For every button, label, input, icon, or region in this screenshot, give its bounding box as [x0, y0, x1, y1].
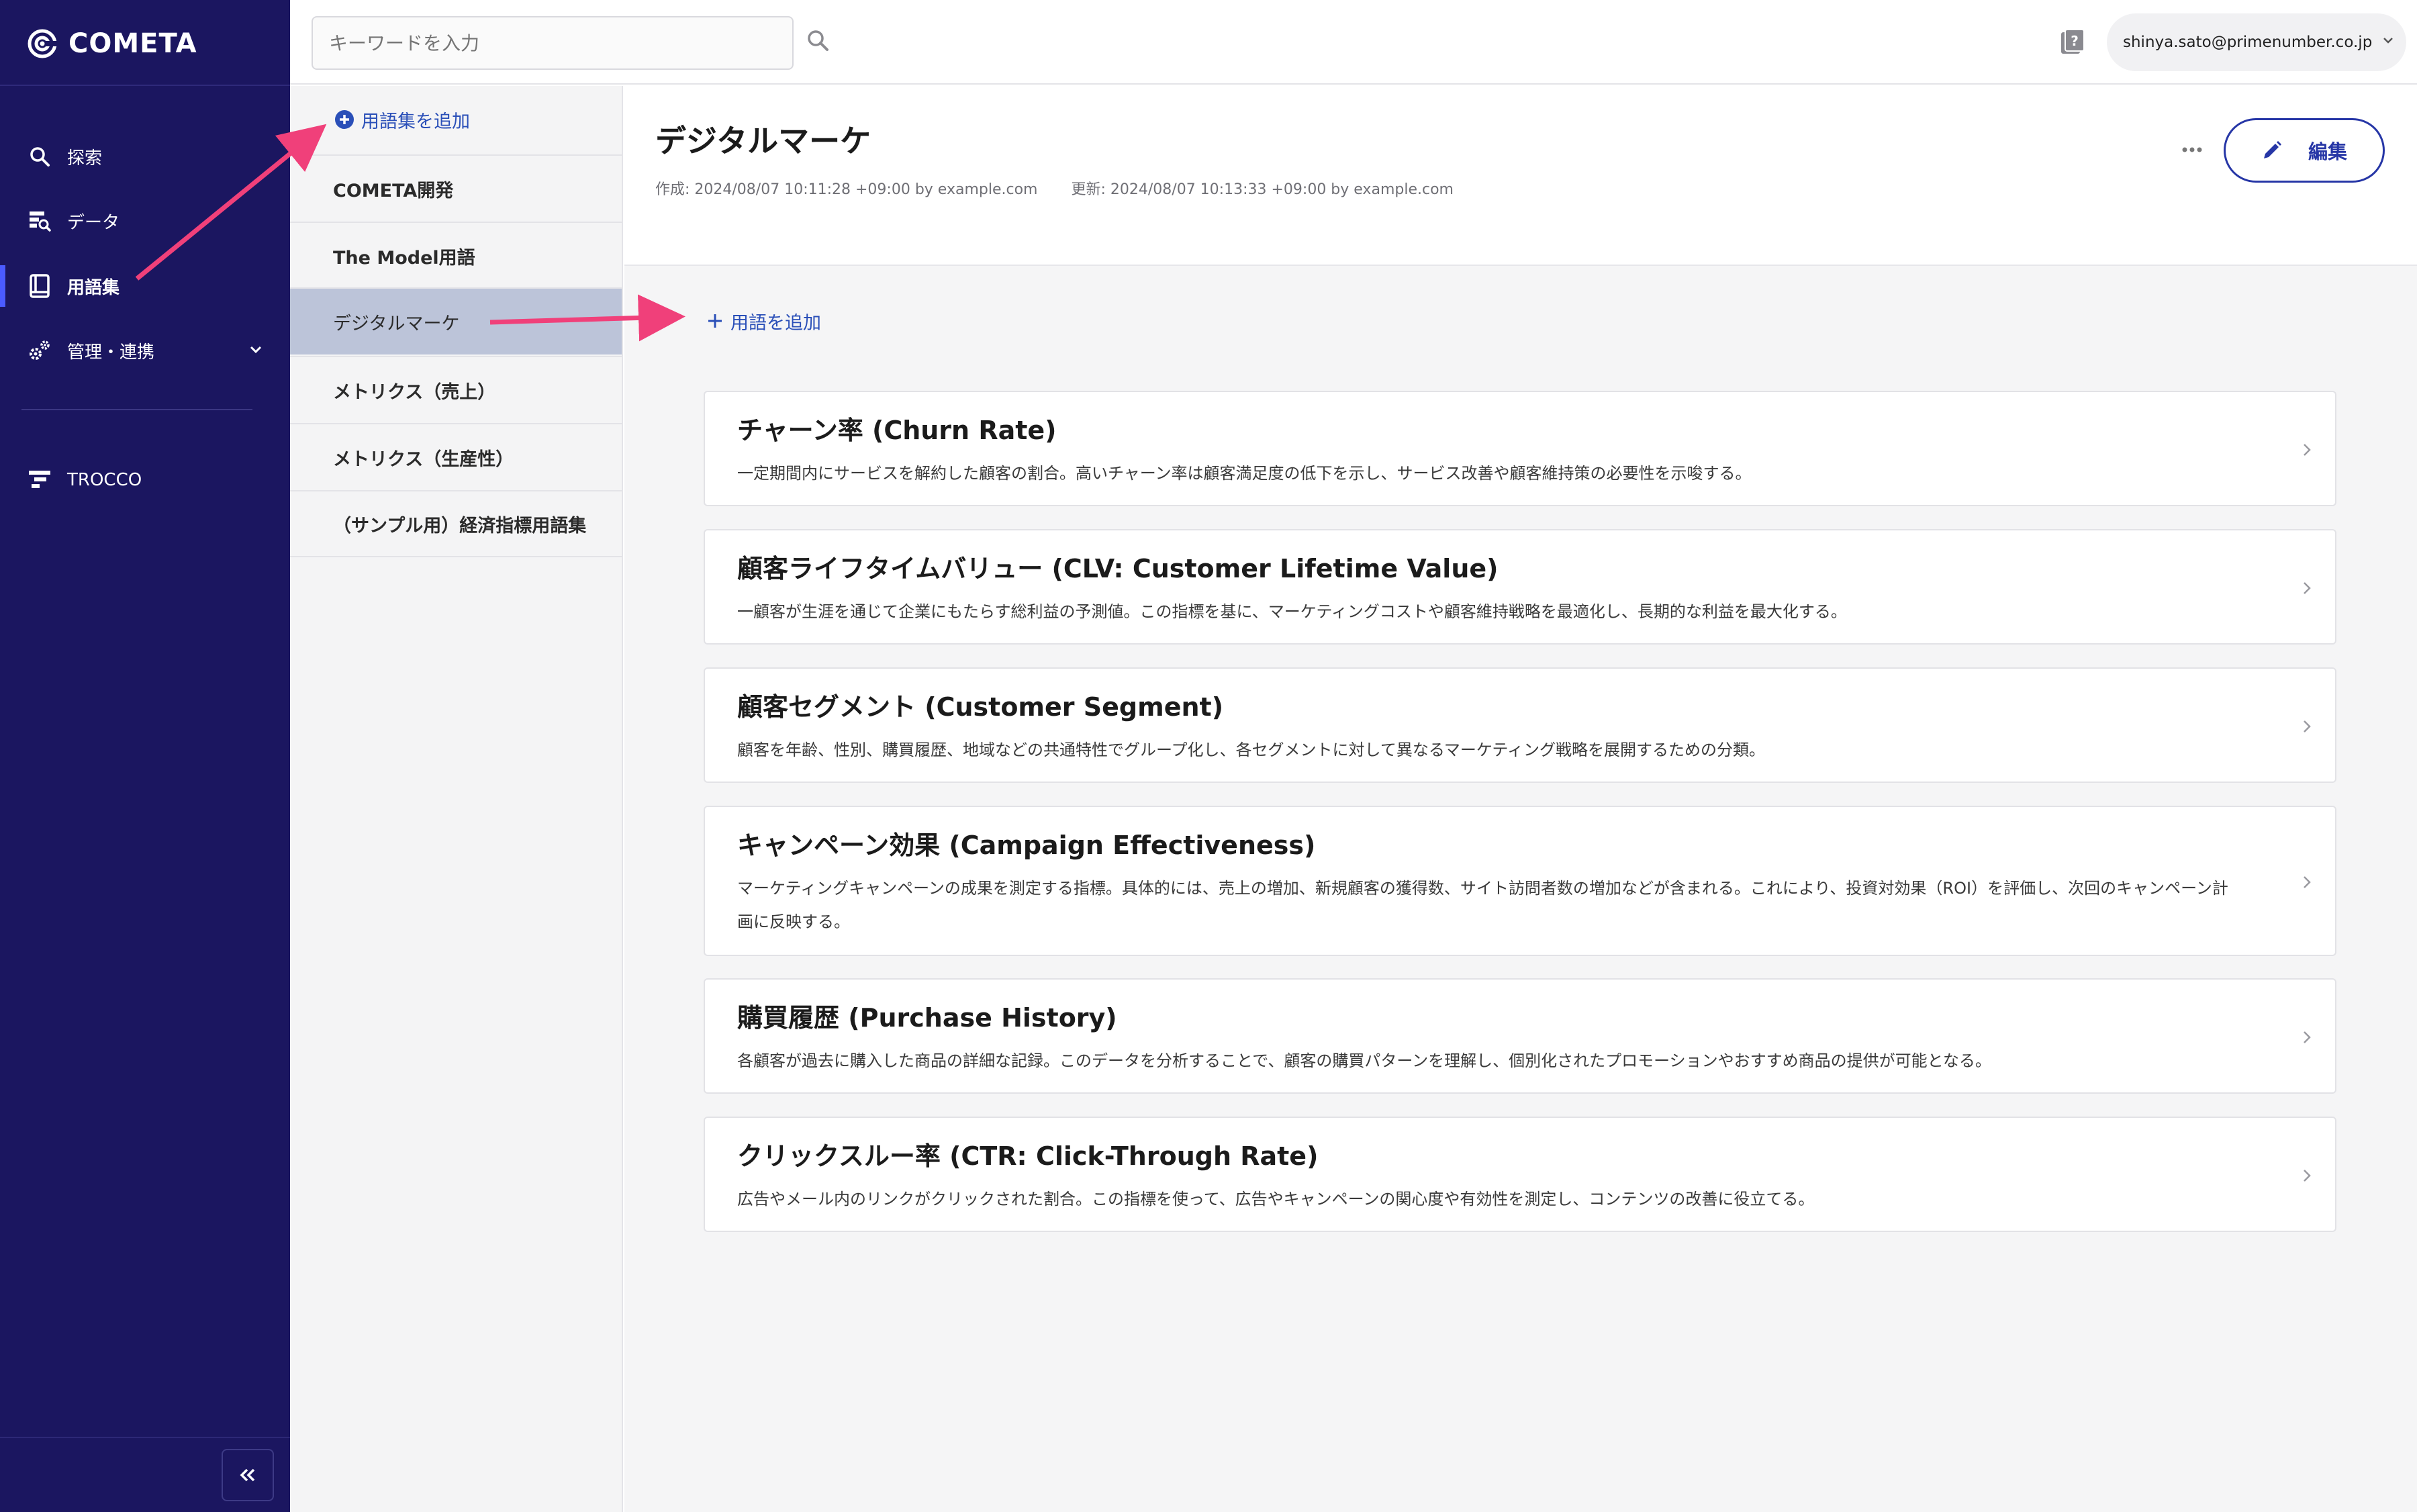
sidebar-item-admin[interactable]: 管理・連携 [0, 327, 290, 374]
term-description: 広告やメール内のリンクがクリックされた割合。この指標を使って、広告やキャンペーン… [737, 1190, 1815, 1209]
sidebar-item-trocco[interactable]: TROCCO [0, 457, 290, 504]
term-description: 一顧客が生涯を通じて企業にもたらす総利益の予測値。この指標を基に、マーケティング… [737, 602, 1847, 621]
term-card[interactable]: クリックスルー率 (CTR: Click-Through Rate) 広告やメー… [704, 1117, 2336, 1232]
sidebar-item-label: データ [67, 212, 120, 233]
sidebar-divider [0, 85, 290, 86]
chevron-down-icon [2381, 34, 2395, 51]
glossary-item[interactable]: COMETA開発 [290, 154, 622, 222]
trocco-logo-icon [27, 467, 52, 493]
chevron-right-icon [2304, 582, 2311, 594]
edit-button[interactable]: 編集 [2224, 118, 2385, 183]
term-description: 顧客を年齢、性別、購買履歴、地域などの共通特性でグループ化し、各セグメントに対し… [737, 741, 1765, 759]
chevron-right-icon [2304, 876, 2311, 888]
brand[interactable]: COMETA [27, 26, 197, 62]
edit-button-label: 編集 [2308, 140, 2347, 163]
chevron-right-icon [2304, 1031, 2311, 1043]
updated-info: 更新: 2024/08/07 10:13:33 +09:00 by exampl… [1071, 181, 1454, 198]
user-menu[interactable]: shinya.sato@primenumber.co.jp [2107, 13, 2406, 71]
plus-icon [708, 314, 722, 328]
sidebar-divider [0, 1437, 290, 1438]
created-info: 作成: 2024/08/07 10:11:28 +09:00 by exampl… [655, 181, 1038, 198]
search-input[interactable] [312, 16, 794, 70]
main-sidebar: COMETA 探索 データ 用語集 管理・連携 TROCCO [0, 0, 290, 1512]
add-glossary-button[interactable]: 用語集を追加 [334, 106, 470, 133]
add-term-button[interactable]: 用語を追加 [706, 308, 821, 334]
glossary-list: 用語集を追加 COMETA開発 The Model用語 デジタルマーケ メトリク… [290, 86, 623, 1512]
term-description: 一定期間内にサービスを解約した顧客の割合。高いチャーン率は顧客満足度の低下を示し… [737, 464, 1752, 483]
term-card[interactable]: 顧客ライフタイムバリュー (CLV: Customer Lifetime Val… [704, 529, 2336, 645]
chevron-down-icon[interactable] [248, 342, 263, 362]
sidebar-item-glossary[interactable]: 用語集 [0, 263, 290, 310]
search-icon [27, 144, 52, 169]
sidebar-item-label: 探索 [67, 148, 103, 169]
glossary-item-label: COMETA開発 [333, 180, 454, 201]
term-description: 各顧客が過去に購入した商品の詳細な記録。このデータを分析することで、顧客の購買パ… [737, 1051, 1991, 1070]
term-title: クリックスルー率 (CTR: Click-Through Rate) [737, 1141, 1319, 1171]
search-icon[interactable] [806, 28, 833, 55]
glossary-item-label: メトリクス（生産性） [333, 448, 514, 470]
sidebar-item-label: 管理・連携 [67, 342, 155, 363]
term-description: マーケティングキャンペーンの成果を測定する指標。具体的には、売上の増加、新規顧客… [737, 879, 2228, 931]
book-icon [27, 273, 52, 299]
glossary-item[interactable]: The Model用語 [290, 222, 622, 289]
help-book-icon[interactable]: ? [2060, 28, 2085, 55]
glossary-item[interactable]: メトリクス（売上） [290, 356, 622, 423]
detail-header: デジタルマーケ 作成: 2024/08/07 10:11:28 +09:00 b… [624, 86, 2417, 266]
more-options-icon[interactable] [2175, 140, 2209, 160]
glossary-detail: デジタルマーケ 作成: 2024/08/07 10:11:28 +09:00 b… [624, 86, 2417, 1512]
sidebar-item-label: 用語集 [67, 277, 120, 298]
glossary-item-label: デジタルマーケ [333, 313, 460, 334]
glossary-item-label: （サンプル用）経済指標用語集 [333, 515, 587, 536]
term-title: 顧客セグメント (Customer Segment) [737, 692, 1224, 722]
term-card[interactable]: 顧客セグメント (Customer Segment) 顧客を年齢、性別、購買履歴… [704, 667, 2336, 783]
brand-name: COMETA [68, 28, 197, 59]
term-title: チャーン率 (Churn Rate) [737, 416, 1057, 445]
chevron-right-icon [2304, 444, 2311, 456]
add-glossary-label: 用語集を追加 [361, 111, 470, 132]
sidebar-item-search[interactable]: 探索 [0, 133, 290, 180]
glossary-item-selected[interactable]: デジタルマーケ [290, 287, 622, 355]
term-card[interactable]: キャンペーン効果 (Campaign Effectiveness) マーケティン… [704, 806, 2336, 956]
glossary-item-label: メトリクス（売上） [333, 381, 496, 403]
chevron-right-icon [2304, 720, 2311, 733]
page-title: デジタルマーケ [655, 123, 871, 159]
term-card[interactable]: 購買履歴 (Purchase History) 各顧客が過去に購入した商品の詳細… [704, 978, 2336, 1094]
sidebar-item-label: TROCCO [67, 470, 142, 490]
pencil-icon [2263, 141, 2281, 158]
gears-icon [27, 338, 52, 363]
data-search-icon [27, 208, 52, 234]
top-bar: ? shinya.sato@primenumber.co.jp [290, 0, 2417, 85]
chevron-right-icon [2304, 1170, 2311, 1182]
cometa-logo-icon [28, 29, 57, 58]
svg-text:?: ? [2071, 33, 2079, 49]
term-card[interactable]: チャーン率 (Churn Rate) 一定期間内にサービスを解約した顧客の割合。… [704, 391, 2336, 506]
glossary-item-label: The Model用語 [333, 247, 475, 269]
sidebar-item-data[interactable]: データ [0, 197, 290, 244]
plus-circle-icon [335, 110, 354, 129]
double-chevron-left-icon [240, 1468, 255, 1482]
term-title: 購買履歴 (Purchase History) [737, 1003, 1117, 1033]
add-term-label: 用語を追加 [730, 312, 821, 334]
glossary-item[interactable]: （サンプル用）経済指標用語集 [290, 490, 622, 557]
sidebar-divider [21, 409, 252, 410]
collapse-sidebar-button[interactable] [222, 1449, 274, 1501]
term-title: キャンペーン効果 (Campaign Effectiveness) [737, 831, 1316, 860]
glossary-item[interactable]: メトリクス（生産性） [290, 423, 622, 490]
term-title: 顧客ライフタイムバリュー (CLV: Customer Lifetime Val… [737, 554, 1499, 583]
app-root: COMETA 探索 データ 用語集 管理・連携 TROCCO キーワードを入力 … [0, 0, 2417, 1512]
meta-info: 作成: 2024/08/07 10:11:28 +09:00 by exampl… [655, 177, 1454, 199]
user-email: shinya.sato@primenumber.co.jp [2123, 34, 2373, 51]
